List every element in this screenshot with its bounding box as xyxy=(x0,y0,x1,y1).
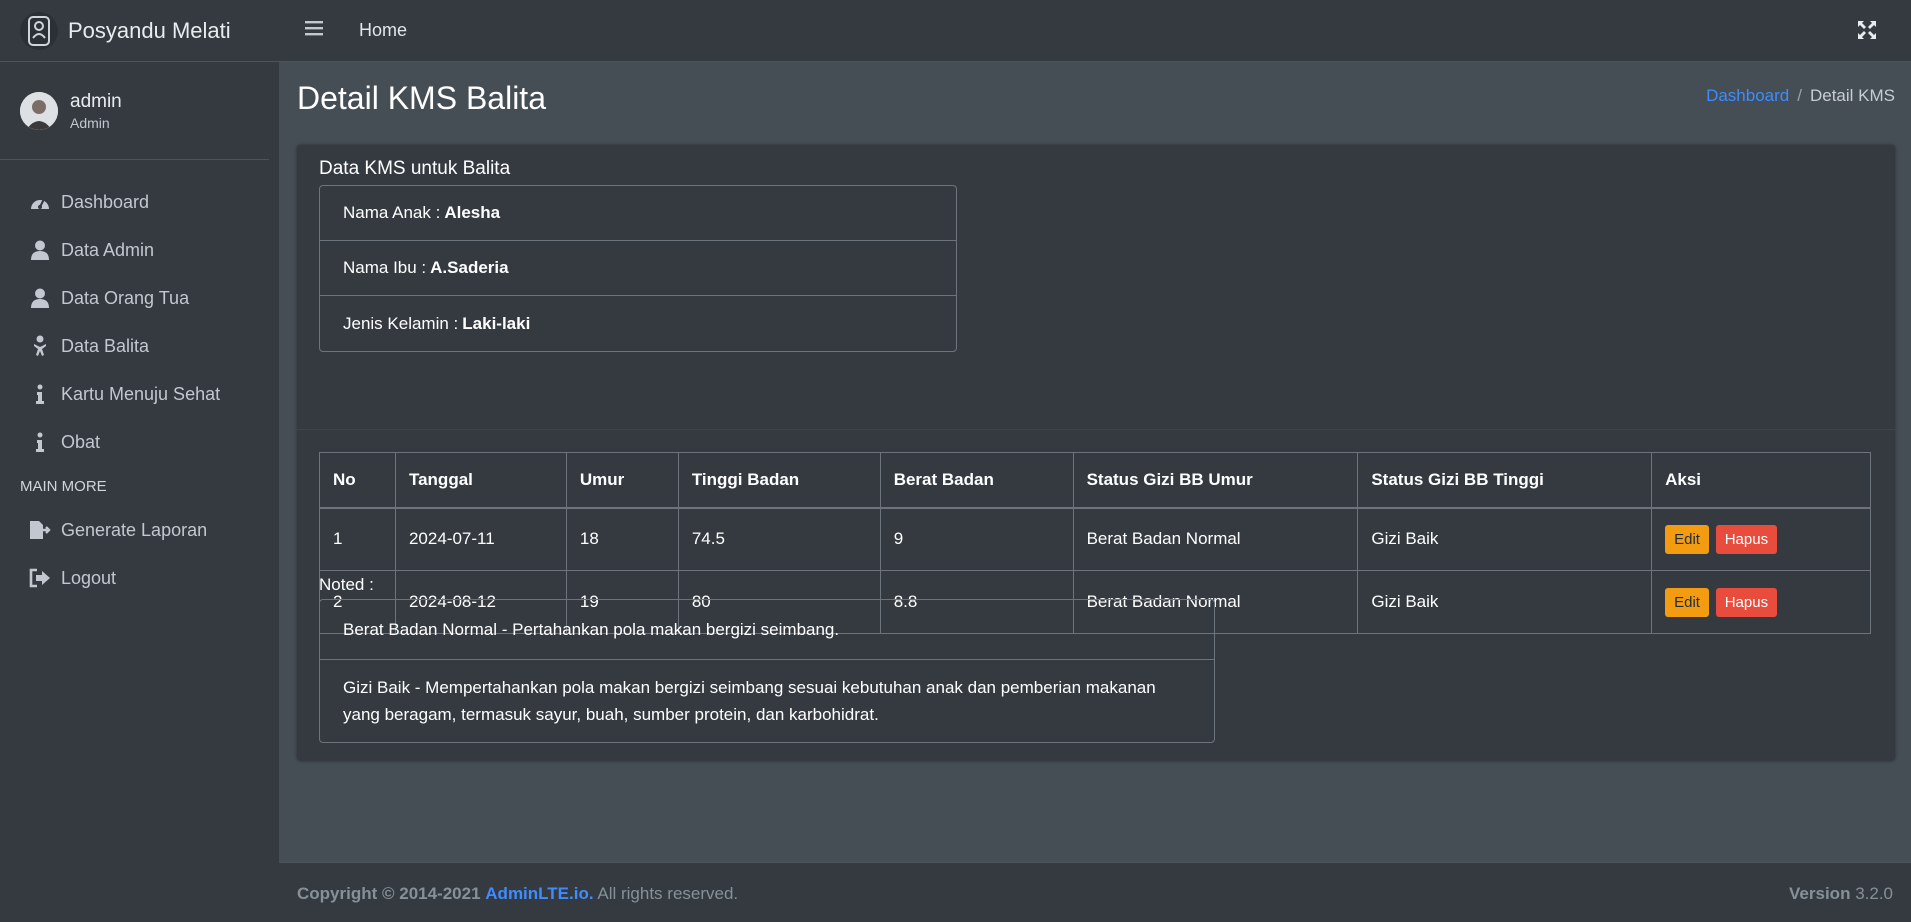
footer-copyright: Copyright © 2014-2021 AdminLTE.io. All r… xyxy=(297,884,738,904)
column-header: Status Gizi BB Umur xyxy=(1072,452,1359,509)
user-panel[interactable]: admin Admin xyxy=(0,62,269,160)
sidebar-item-generate-laporan[interactable]: Generate Laporan xyxy=(0,506,279,554)
cell-umur: 18 xyxy=(565,507,679,571)
content-wrapper: Detail KMS Balita Dashboard / Detail KMS D… xyxy=(279,62,1911,862)
user-name: admin xyxy=(70,90,122,112)
info-value: A.Saderia xyxy=(430,258,509,277)
app-root: Posyandu Melati admin Admin Dashboard Da… xyxy=(0,0,1911,922)
sidebar-item-logout[interactable]: Logout xyxy=(0,554,279,602)
user-info: admin Admin xyxy=(70,91,122,131)
copyright-text: Copyright © 2014-2021 xyxy=(297,883,481,903)
sidebar-item-label: Generate Laporan xyxy=(61,519,208,540)
sidebar-item-label: Data Orang Tua xyxy=(61,287,190,308)
column-header: Tinggi Badan xyxy=(677,452,881,509)
sidebar-item-label: Dashboard xyxy=(61,191,150,212)
info-label: Nama Anak : xyxy=(343,203,441,222)
sidebar-item-obat[interactable]: Obat xyxy=(0,418,279,466)
cell-berat: 9 xyxy=(879,507,1074,571)
card-title: Data KMS untuk Balita xyxy=(319,158,511,179)
user-role: Admin xyxy=(70,114,110,131)
menu-toggle-icon[interactable] xyxy=(305,20,329,42)
fullscreen-icon[interactable] xyxy=(1857,20,1877,46)
cell-status-umur: Berat Badan Normal xyxy=(1072,507,1359,571)
info-value: Laki-laki xyxy=(462,313,531,333)
sidebar-item-label: Data Admin xyxy=(61,239,155,260)
breadcrumb-separator: / xyxy=(1797,86,1802,105)
info-icon xyxy=(27,384,53,404)
noted-item: Berat Badan Normal - Pertahankan pola ma… xyxy=(320,600,1214,660)
page-title: Detail KMS Balita xyxy=(297,80,546,116)
footer: Copyright © 2014-2021 AdminLTE.io. All r… xyxy=(279,862,1911,922)
sidebar-item-dashboard[interactable]: Dashboard xyxy=(0,178,279,226)
cell-tanggal: 2024-07-11 xyxy=(394,507,567,571)
column-header: Berat Badan xyxy=(879,452,1074,509)
info-value: Alesha xyxy=(444,203,501,222)
sidebar-item-label: Data Balita xyxy=(61,335,150,356)
child-info-list: Nama Anak : Alesha Nama Ibu : A.Saderia … xyxy=(319,185,957,352)
sidebar-item-data-balita[interactable]: Data Balita xyxy=(0,322,279,370)
sidebar: Posyandu Melati admin Admin Dashboard Da… xyxy=(0,0,279,922)
adminlte-link[interactable]: AdminLTE.io. xyxy=(485,884,593,903)
table-row: 1 2024-07-11 18 74.5 9 Berat Badan Norma… xyxy=(319,507,1871,571)
kms-card: Data KMS untuk Balita Nama Anak : Alesha… xyxy=(297,145,1895,761)
baby-icon xyxy=(27,335,53,357)
column-header: Umur xyxy=(565,452,679,509)
column-header: Aksi xyxy=(1651,452,1871,509)
sidebar-section-header: MAIN MORE xyxy=(20,477,107,495)
cell-aksi: Edit Hapus xyxy=(1651,570,1871,634)
cell-status-tinggi: Gizi Baik xyxy=(1357,570,1653,634)
column-header: Status Gizi BB Tinggi xyxy=(1357,452,1653,509)
sidebar-item-data-admin[interactable]: Data Admin xyxy=(0,226,279,274)
card-divider xyxy=(297,429,1895,430)
sidebar-item-label: Kartu Menuju Sehat xyxy=(61,383,221,404)
noted-list: Berat Badan Normal - Pertahankan pola ma… xyxy=(319,599,1215,743)
info-item-nama-ibu: Nama Ibu : A.Saderia xyxy=(320,241,956,296)
cell-status-tinggi: Gizi Baik xyxy=(1357,507,1653,571)
topbar: Home xyxy=(279,0,1911,62)
user-icon xyxy=(27,288,53,308)
user-icon xyxy=(27,240,53,260)
delete-button[interactable]: Hapus xyxy=(1715,524,1778,554)
info-label: Jenis Kelamin : xyxy=(343,313,459,333)
column-header: No xyxy=(319,452,396,509)
noted-label: Noted : xyxy=(319,575,374,594)
tachometer-icon xyxy=(27,193,53,211)
brand-link[interactable]: Posyandu Melati xyxy=(0,0,279,62)
sidebar-item-data-orang-tua[interactable]: Data Orang Tua xyxy=(0,274,279,322)
noted-item: Gizi Baik - Mempertahankan pola makan be… xyxy=(343,678,1156,724)
version-label: Version xyxy=(1789,883,1851,903)
version-value: 3.2.0 xyxy=(1855,883,1893,903)
cell-aksi: Edit Hapus xyxy=(1651,507,1871,571)
edit-button[interactable]: Edit xyxy=(1665,587,1709,617)
breadcrumb-current: Detail KMS xyxy=(1809,86,1895,105)
breadcrumb-dashboard-link[interactable]: Dashboard xyxy=(1706,86,1789,105)
column-header: Tanggal xyxy=(394,452,567,509)
sign-out-icon xyxy=(27,568,53,588)
posyandu-logo-icon xyxy=(20,11,58,50)
sidebar-item-label: Obat xyxy=(61,431,101,452)
info-item-jenis-kelamin: Jenis Kelamin : Laki-laki xyxy=(320,296,956,351)
info-label: Nama Ibu : xyxy=(343,258,427,277)
table-header-row: No Tanggal Umur Tinggi Badan Berat Badan… xyxy=(319,452,1871,509)
rights-text: All rights reserved. xyxy=(597,883,739,903)
brand-name: Posyandu Melati xyxy=(68,17,231,43)
avatar xyxy=(20,91,58,130)
cell-no: 1 xyxy=(319,507,396,571)
top-nav-home[interactable]: Home xyxy=(359,20,407,41)
footer-version: Version 3.2.0 xyxy=(1789,884,1893,904)
cell-tinggi: 74.5 xyxy=(677,507,881,571)
delete-button[interactable]: Hapus xyxy=(1715,587,1778,617)
sidebar-item-kartu-menuju-sehat[interactable]: Kartu Menuju Sehat xyxy=(0,370,279,418)
breadcrumb: Dashboard / Detail KMS xyxy=(1706,86,1895,106)
file-export-icon xyxy=(27,520,53,540)
edit-button[interactable]: Edit xyxy=(1665,524,1709,554)
info-item-nama-anak: Nama Anak : Alesha xyxy=(320,186,956,241)
sidebar-item-label: Logout xyxy=(61,567,117,588)
sidebar-nav: Dashboard Data Admin Data Orang Tua Data… xyxy=(0,160,279,602)
info-icon xyxy=(27,432,53,452)
